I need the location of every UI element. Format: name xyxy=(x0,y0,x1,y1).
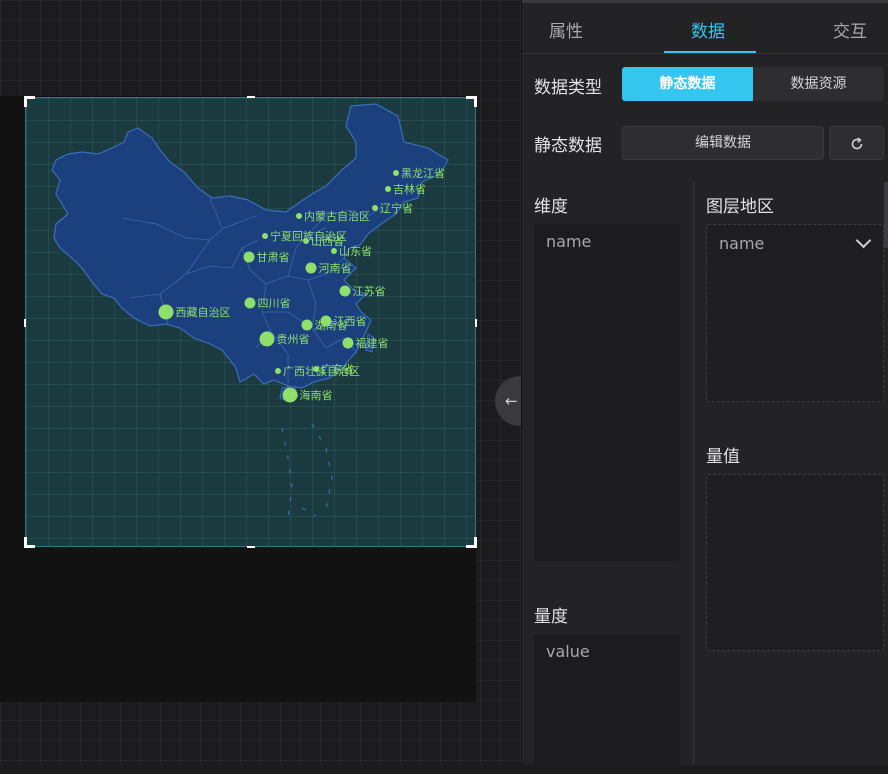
tab-interaction[interactable]: 交互 xyxy=(833,17,867,42)
map-point[interactable] xyxy=(313,366,319,372)
tab-properties[interactable]: 属性 xyxy=(549,17,583,42)
editor-canvas[interactable]: 黑龙江省 吉林省 辽宁省 内蒙古自治区 宁夏回族自治区 山西省 山东省 甘肃省 河南省 江苏省 四川… xyxy=(0,0,521,765)
china-map: 黑龙江省吉林省辽宁省内蒙古自治区宁夏回族自治区山西省山东省甘肃省河南省江苏省四川… xyxy=(51,103,449,519)
dimension-title: 维度 xyxy=(534,197,568,217)
map-point[interactable] xyxy=(296,213,302,219)
map-point-label: 四川省 xyxy=(258,297,291,310)
edit-data-button[interactable]: 编辑数据 xyxy=(622,126,824,160)
resize-handle-top-left[interactable] xyxy=(24,96,35,107)
active-tab-indicator xyxy=(664,51,756,53)
tab-data[interactable]: 数据 xyxy=(691,17,725,42)
chevron-down-icon[interactable] xyxy=(855,232,872,249)
refresh-button[interactable] xyxy=(829,126,884,160)
quantity-dropzone[interactable] xyxy=(706,474,884,651)
resize-handle-bottom-left[interactable] xyxy=(24,537,35,548)
map-point[interactable] xyxy=(331,248,337,254)
map-point[interactable] xyxy=(158,304,174,320)
map-point[interactable] xyxy=(385,186,391,192)
quantity-title: 量值 xyxy=(706,447,740,467)
map-point[interactable] xyxy=(372,205,378,211)
map-point[interactable] xyxy=(262,233,268,239)
dimension-field-name[interactable]: name xyxy=(546,232,591,251)
map-point-label: 江苏省 xyxy=(353,285,386,298)
resize-handle-right[interactable] xyxy=(475,319,477,327)
resize-handle-top-right[interactable] xyxy=(466,96,477,107)
map-point[interactable] xyxy=(275,368,281,374)
map-point[interactable] xyxy=(342,337,354,349)
data-type-label: 数据类型 xyxy=(534,78,602,98)
map-point-label: 山东省 xyxy=(339,245,372,258)
map-point-label: 福建省 xyxy=(356,336,389,350)
map-point[interactable] xyxy=(243,251,255,263)
map-point[interactable] xyxy=(259,331,275,347)
arrow-left-icon: ← xyxy=(505,392,518,410)
map-point[interactable] xyxy=(393,170,399,176)
map-point-label: 河南省 xyxy=(319,262,352,275)
map-point-label: 西藏自治区 xyxy=(176,305,231,319)
static-data-option[interactable]: 静态数据 xyxy=(622,67,753,101)
map-point[interactable] xyxy=(301,319,313,331)
resize-handle-bottom[interactable] xyxy=(247,546,255,548)
data-resource-option[interactable]: 数据资源 xyxy=(753,67,884,101)
layer-region-title: 图层地区 xyxy=(706,197,774,217)
resize-handle-bottom-right[interactable] xyxy=(466,537,477,548)
map-widget[interactable]: 黑龙江省 吉林省 辽宁省 内蒙古自治区 宁夏回族自治区 山西省 山东省 甘肃省 河南省 江苏省 四川… xyxy=(24,96,477,548)
measure-field-list[interactable]: value xyxy=(534,634,680,774)
map-point-label: 辽宁省 xyxy=(380,201,413,215)
map-point[interactable] xyxy=(305,262,317,274)
map-point-label: 贵州省 xyxy=(277,333,310,346)
resize-handle-left[interactable] xyxy=(24,319,26,327)
map-point-label: 海南省 xyxy=(300,388,333,402)
measure-title: 量度 xyxy=(534,607,568,627)
column-divider xyxy=(693,182,694,765)
map-point-label: 甘肃省 xyxy=(257,251,290,264)
map-point-label: 广东省 xyxy=(321,363,354,376)
map-point[interactable] xyxy=(320,315,332,327)
china-landmass xyxy=(51,103,449,389)
data-type-switch: 静态数据 数据资源 xyxy=(622,67,884,101)
measure-field-value[interactable]: value xyxy=(546,642,590,661)
static-data-label: 静态数据 xyxy=(534,136,602,156)
resize-handle-top[interactable] xyxy=(247,96,255,98)
map-point-label: 吉林省 xyxy=(393,182,426,196)
config-panel: 属性 数据 交互 数据类型 静态数据 数据资源 静态数据 编辑数据 维度 nam… xyxy=(521,0,888,774)
layer-region-select[interactable]: name xyxy=(719,234,764,253)
map-point[interactable] xyxy=(303,238,309,244)
dimension-field-list[interactable]: name xyxy=(534,224,680,561)
map-point-label: 黑龙江省 xyxy=(401,167,445,180)
refresh-icon xyxy=(851,136,862,149)
map-point-label: 内蒙古自治区 xyxy=(304,209,370,223)
panel-scrollbar[interactable] xyxy=(884,182,888,248)
map-point[interactable] xyxy=(244,297,256,309)
panel-tabs: 属性 数据 交互 xyxy=(522,3,888,54)
map-point-label: 江西省 xyxy=(334,315,367,328)
layer-region-dropzone[interactable]: name xyxy=(706,224,884,402)
map-point[interactable] xyxy=(339,285,351,297)
south-sea-dashes xyxy=(281,423,333,519)
map-point[interactable] xyxy=(282,387,298,403)
